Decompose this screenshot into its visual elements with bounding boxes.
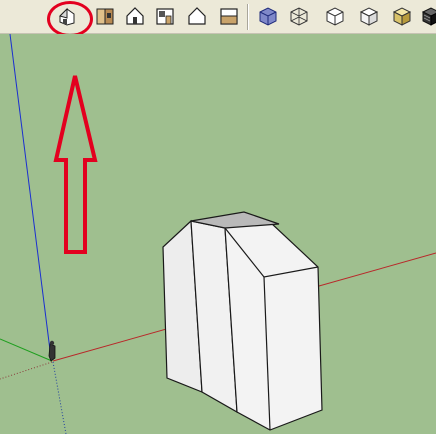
house-back-icon <box>188 7 206 25</box>
iso-view-button[interactable] <box>54 3 80 29</box>
cube-shaded-icon <box>359 7 379 26</box>
cube-wireframe-icon <box>290 7 308 26</box>
front-view-button[interactable] <box>122 3 148 29</box>
cube-monochrome-icon <box>421 7 436 26</box>
house-right-icon <box>156 8 174 25</box>
toolbar-separator <box>247 4 249 30</box>
top-view-button[interactable] <box>92 3 118 29</box>
cube-hidden-line-icon <box>326 7 344 26</box>
blue-axis <box>9 34 52 359</box>
blue-axis-negative <box>52 361 67 434</box>
house-top-icon <box>96 8 114 25</box>
house-iso-icon <box>59 7 75 26</box>
cube-xray-icon <box>259 7 277 26</box>
cube-textured-icon <box>392 7 412 26</box>
model-front-face <box>224 221 323 431</box>
human-figure <box>48 340 56 362</box>
back-view-button[interactable] <box>184 3 210 29</box>
left-view-button[interactable] <box>216 3 242 29</box>
shaded-button[interactable] <box>356 3 382 29</box>
wireframe-button[interactable] <box>286 3 312 29</box>
house-left-icon <box>220 8 238 25</box>
shaded-textures-button[interactable] <box>389 3 415 29</box>
drawing-viewport[interactable] <box>0 34 436 434</box>
right-view-button[interactable] <box>152 3 178 29</box>
house-front-icon <box>126 7 144 25</box>
monochrome-button[interactable] <box>418 3 436 29</box>
xray-button[interactable] <box>255 3 281 29</box>
red-axis-negative <box>0 361 53 380</box>
scene-canvas <box>0 34 436 434</box>
toolbar <box>0 0 436 37</box>
hidden-line-button[interactable] <box>322 3 348 29</box>
green-axis <box>0 338 53 362</box>
red-arrow-annotation <box>53 75 98 254</box>
building-model[interactable] <box>162 211 323 431</box>
